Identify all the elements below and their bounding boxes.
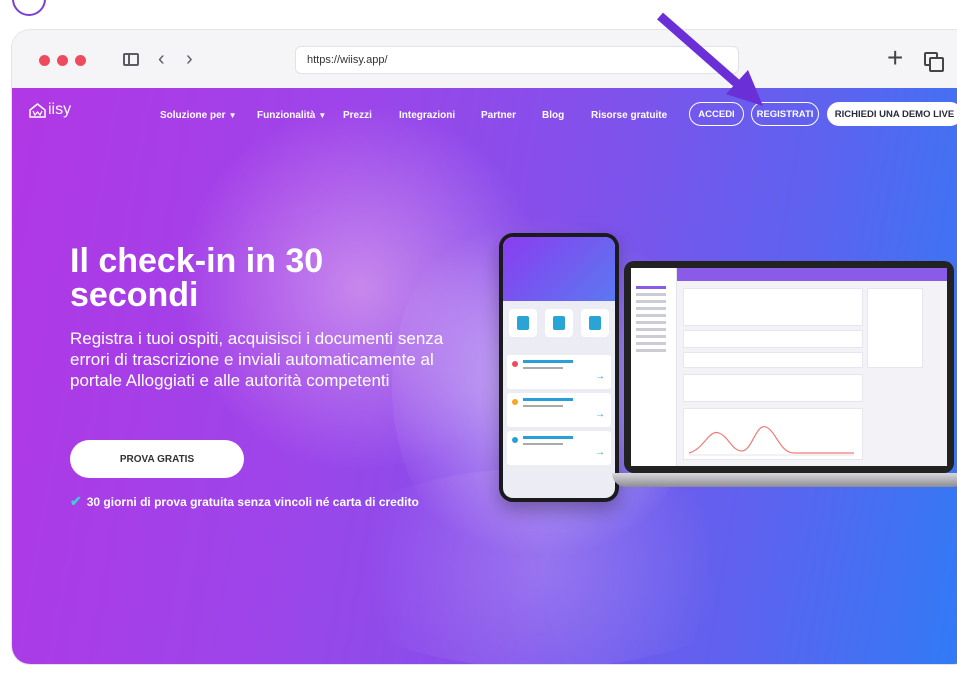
screenshot-stage: ‹ › https://wiisy.app/ + iisy Soluzione … <box>0 0 957 682</box>
arrow-icon <box>657 12 763 106</box>
